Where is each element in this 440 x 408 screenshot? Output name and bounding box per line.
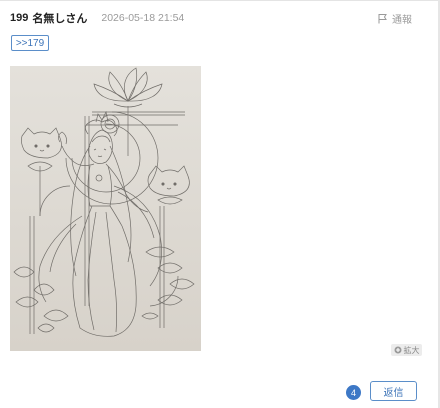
- zoom-in-icon: [394, 341, 402, 359]
- post-timestamp: 2026-05-18 21:54: [101, 12, 185, 24]
- zoom-label: 拡大: [403, 345, 420, 355]
- reply-button[interactable]: 返信: [370, 381, 417, 401]
- top-divider: [0, 0, 440, 1]
- reply-count-badge[interactable]: 4: [346, 385, 361, 400]
- post-image[interactable]: [10, 66, 201, 351]
- reply-anchor-link[interactable]: >>179: [11, 35, 49, 51]
- zoom-button[interactable]: 拡大: [391, 344, 422, 356]
- post-header: 199 名無しさん 2026-05-18 21:54: [10, 11, 184, 25]
- flag-icon: [377, 13, 388, 24]
- report-label: 通報: [392, 15, 412, 26]
- post-number: 199: [10, 12, 29, 24]
- poster-name: 名無しさん: [32, 13, 88, 25]
- report-button[interactable]: 通報: [377, 11, 412, 26]
